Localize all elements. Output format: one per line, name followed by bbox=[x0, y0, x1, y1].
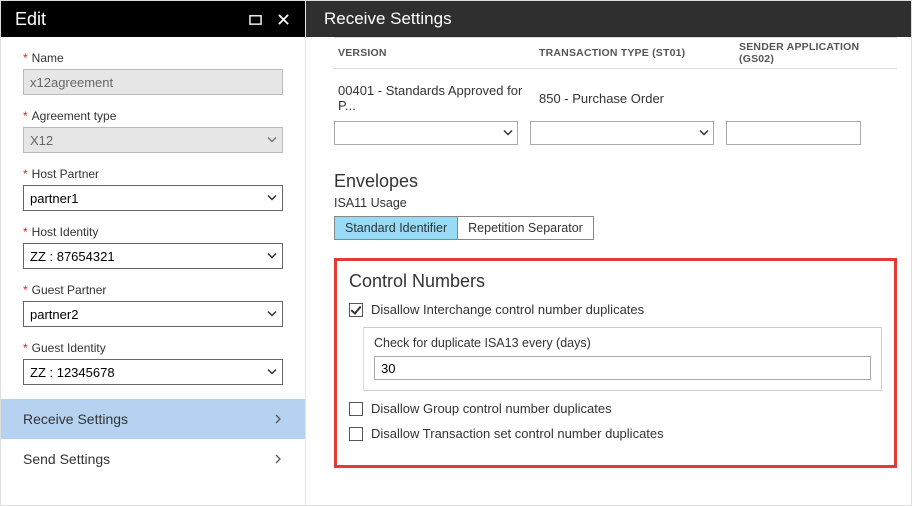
guest-identity-select[interactable] bbox=[23, 359, 283, 385]
agreement-type-select bbox=[23, 127, 283, 153]
add-sender-app-input[interactable] bbox=[726, 121, 861, 145]
edit-title: Edit bbox=[15, 9, 46, 30]
host-identity-label: Host Identity bbox=[23, 225, 283, 239]
schema-table-header: VERSION TRANSACTION TYPE (ST01) SENDER A… bbox=[334, 37, 897, 69]
isa11-repetition-option[interactable]: Repetition Separator bbox=[457, 217, 593, 239]
chevron-right-icon bbox=[273, 451, 283, 467]
isa11-standard-option[interactable]: Standard Identifier bbox=[335, 217, 457, 239]
disallow-group-checkbox[interactable] bbox=[349, 402, 363, 416]
name-label: Name bbox=[23, 51, 283, 65]
col-transaction-type: TRANSACTION TYPE (ST01) bbox=[539, 47, 739, 59]
isa11-usage-toggle: Standard Identifier Repetition Separator bbox=[334, 216, 594, 240]
receive-settings-header: Receive Settings bbox=[306, 1, 911, 37]
isa13-days-input[interactable] bbox=[374, 356, 871, 380]
control-numbers-heading: Control Numbers bbox=[349, 271, 882, 292]
edit-blade: Edit Name Agreement type H bbox=[1, 1, 306, 505]
disallow-transaction-label: Disallow Transaction set control number … bbox=[371, 426, 664, 441]
host-identity-select[interactable] bbox=[23, 243, 283, 269]
disallow-group-label: Disallow Group control number duplicates bbox=[371, 401, 612, 416]
col-version: VERSION bbox=[334, 47, 539, 59]
chevron-right-icon bbox=[273, 411, 283, 427]
add-version-select[interactable] bbox=[334, 121, 518, 145]
cell-version: 00401 - Standards Approved for P... bbox=[334, 83, 539, 113]
isa13-days-label: Check for duplicate ISA13 every (days) bbox=[374, 336, 871, 350]
name-field bbox=[23, 69, 283, 95]
isa13-days-block: Check for duplicate ISA13 every (days) bbox=[363, 327, 882, 391]
col-sender-app: SENDER APPLICATION (GS02) bbox=[739, 41, 897, 65]
schema-table-row: 00401 - Standards Approved for P... 850 … bbox=[334, 69, 897, 121]
receive-settings-title: Receive Settings bbox=[324, 9, 452, 29]
host-partner-select[interactable] bbox=[23, 185, 283, 211]
guest-partner-label: Guest Partner bbox=[23, 283, 283, 297]
receive-settings-nav[interactable]: Receive Settings bbox=[1, 399, 305, 439]
maximize-icon[interactable] bbox=[241, 5, 269, 33]
disallow-transaction-checkbox[interactable] bbox=[349, 427, 363, 441]
send-settings-nav[interactable]: Send Settings bbox=[1, 439, 305, 479]
close-icon[interactable] bbox=[269, 5, 297, 33]
schema-add-row bbox=[334, 121, 897, 163]
agreement-type-label: Agreement type bbox=[23, 109, 283, 123]
cell-transaction-type: 850 - Purchase Order bbox=[539, 91, 739, 106]
nav-label: Send Settings bbox=[23, 451, 110, 467]
guest-identity-label: Guest Identity bbox=[23, 341, 283, 355]
isa11-usage-label: ISA11 Usage bbox=[334, 196, 897, 210]
edit-header: Edit bbox=[1, 1, 305, 37]
guest-partner-select[interactable] bbox=[23, 301, 283, 327]
disallow-interchange-checkbox[interactable] bbox=[349, 303, 363, 317]
host-partner-label: Host Partner bbox=[23, 167, 283, 181]
receive-settings-blade: Receive Settings VERSION TRANSACTION TYP… bbox=[306, 1, 911, 505]
nav-label: Receive Settings bbox=[23, 411, 128, 427]
control-numbers-section: Control Numbers Disallow Interchange con… bbox=[334, 258, 897, 468]
envelopes-heading: Envelopes bbox=[334, 171, 897, 192]
disallow-interchange-label: Disallow Interchange control number dupl… bbox=[371, 302, 644, 317]
add-transaction-type-select[interactable] bbox=[530, 121, 714, 145]
